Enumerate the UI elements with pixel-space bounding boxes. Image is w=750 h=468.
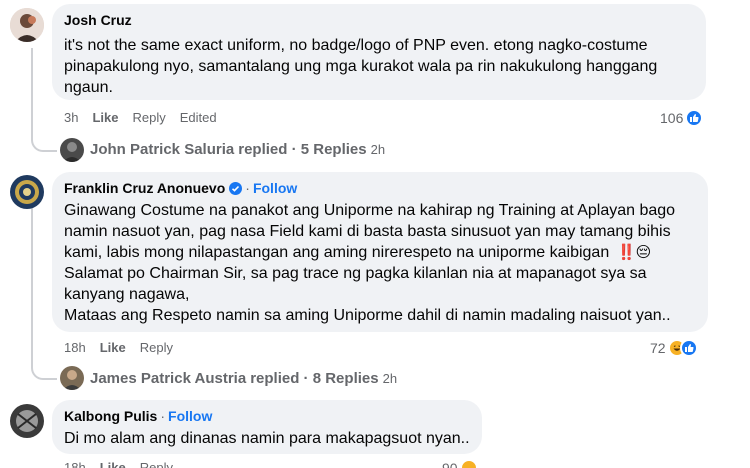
follow-button[interactable]: Follow	[168, 408, 212, 424]
reply-author: John Patrick Saluria	[90, 141, 235, 158]
reaction-count: 106	[660, 110, 684, 126]
thread-line	[31, 208, 33, 360]
reply-summary: replied · 8 Replies	[250, 370, 379, 387]
like-button[interactable]: Like	[100, 340, 126, 355]
thread-connector	[31, 128, 57, 152]
reaction-summary[interactable]: 90	[442, 459, 478, 468]
reply-time: 2h	[382, 371, 398, 386]
reply-button[interactable]: Reply	[140, 460, 173, 468]
comment-actions: 18h Like Reply	[64, 340, 173, 355]
thread-line	[31, 48, 33, 130]
comment-text: Ginawang Costume na panakot ang Uniporme…	[64, 202, 676, 324]
comment-text: Di mo alam ang dinanas namin para makapa…	[64, 430, 470, 447]
comment-time[interactable]: 3h	[64, 110, 78, 125]
follow-button[interactable]: Follow	[253, 180, 297, 196]
comment-actions: 18h Like Reply	[64, 460, 173, 468]
comment-author[interactable]: Kalbong Pulis	[64, 408, 157, 424]
comment-time[interactable]: 18h	[64, 340, 86, 355]
reply-author: James Patrick Austria	[90, 370, 247, 387]
comment-author[interactable]: Josh Cruz	[64, 12, 132, 28]
reaction-count: 72	[650, 340, 666, 356]
view-replies-link[interactable]: John Patrick Saluria replied · 5 Replies…	[82, 141, 385, 158]
avatar[interactable]	[60, 138, 84, 162]
comment-text: it's not the same exact uniform, no badg…	[64, 37, 658, 96]
avatar[interactable]	[10, 404, 44, 438]
avatar[interactable]	[10, 8, 44, 42]
avatar[interactable]	[10, 175, 44, 209]
comment-time[interactable]: 18h	[64, 460, 86, 468]
verified-icon	[229, 182, 243, 195]
comment-header: Kalbong Pulis · Follow	[64, 408, 213, 424]
view-replies-link[interactable]: James Patrick Austria replied · 8 Replie…	[82, 370, 397, 387]
reaction-summary[interactable]: 72	[650, 339, 698, 357]
like-button[interactable]: Like	[92, 110, 118, 125]
reaction-summary[interactable]: 106	[660, 109, 704, 127]
like-reaction-icon	[679, 339, 698, 357]
like-button[interactable]: Like	[100, 460, 126, 468]
avatar[interactable]	[60, 366, 84, 390]
reply-button[interactable]: Reply	[140, 340, 173, 355]
haha-reaction-icon	[459, 459, 478, 468]
reaction-count: 90	[442, 460, 458, 468]
comment-author[interactable]: Franklin Cruz Anonuevo	[64, 180, 225, 196]
comment-actions: 3h Like Reply Edited	[64, 110, 217, 125]
thread-connector	[31, 356, 57, 380]
like-reaction-icon	[685, 109, 704, 127]
emoji-icon: ‼️😔	[617, 244, 652, 261]
reply-button[interactable]: Reply	[132, 110, 165, 125]
edited-label: Edited	[179, 110, 217, 125]
reply-time: 2h	[370, 142, 386, 157]
comment-header: Franklin Cruz Anonuevo · Follow	[64, 180, 298, 196]
reply-summary: replied · 5 Replies	[238, 141, 367, 158]
